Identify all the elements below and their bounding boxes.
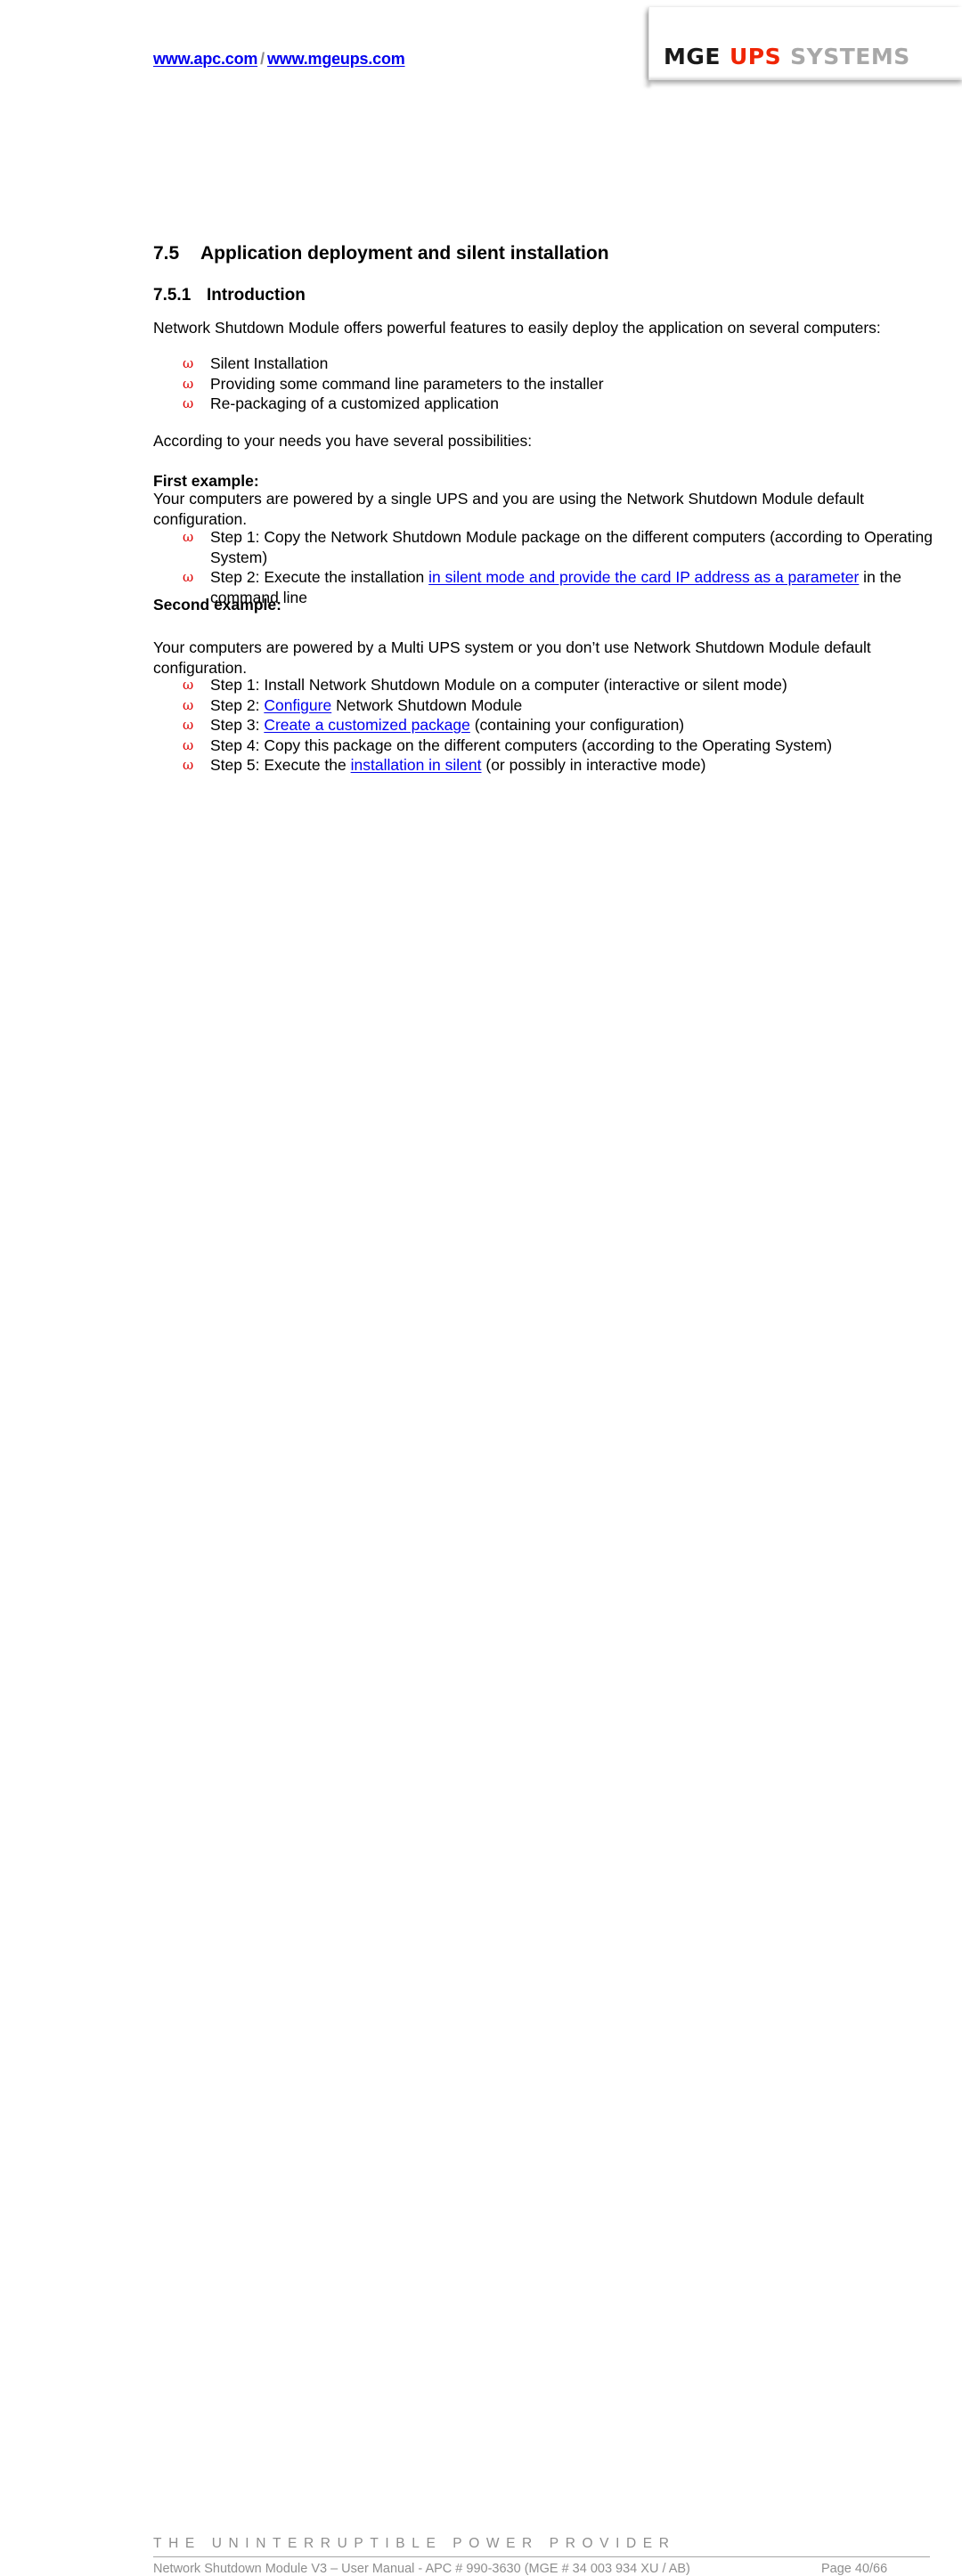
- subsection-title-text: Introduction: [207, 286, 306, 305]
- step-text-post: (containing your configuration): [469, 716, 685, 734]
- step-text-pre: Step 2:: [210, 695, 265, 714]
- omega-bullet-icon: ω: [183, 677, 194, 693]
- omega-bullet-icon: ω: [183, 696, 194, 713]
- section-title-text: Application deployment and silent instal…: [200, 243, 609, 264]
- list-item: ω Step 1: Copy the Network Shutdown Modu…: [153, 527, 937, 567]
- mge-ups-systems-logo: MGE UPS SYSTEMS: [648, 7, 962, 80]
- link-mgeups-website[interactable]: www.mgeups.com: [267, 50, 405, 68]
- list-item: ω Re-packaging of a customized applicati…: [153, 394, 777, 414]
- omega-bullet-icon: ω: [183, 395, 194, 411]
- page-footer: THE UNINTERRUPTIBLE POWER PROVIDER Netwo…: [0, 1263, 962, 2576]
- list-item: ω Step 4: Copy this package on the diffe…: [153, 735, 937, 756]
- link-silent-mode-card-ip[interactable]: in silent mode and provide the card IP a…: [428, 568, 859, 586]
- omega-bullet-icon: ω: [183, 569, 194, 585]
- link-apc-website[interactable]: www.apc.com: [153, 50, 257, 68]
- list-item-label: Re-packaging of a customized application: [210, 394, 499, 412]
- feature-list: ω Silent Installation ω Providing some c…: [153, 353, 777, 414]
- footer-tagline: THE UNINTERRUPTIBLE POWER PROVIDER: [153, 2536, 676, 2551]
- step-text-pre: Step 1: Copy the Network Shutdown Module…: [210, 528, 933, 566]
- header-urls: www.apc.com / www.mgeups.com: [153, 50, 405, 69]
- step-text-post: Network Shutdown Module: [331, 695, 523, 714]
- list-item: ω Step 3: Create a customized package (c…: [153, 715, 937, 735]
- omega-bullet-icon: ω: [183, 736, 194, 753]
- step-text-post: (or possibly in interactive mode): [481, 756, 706, 774]
- footer-divider: [153, 2556, 930, 2557]
- link-configure[interactable]: Configure: [264, 696, 331, 714]
- second-example-paragraph: Your computers are powered by a Multi UP…: [153, 638, 871, 677]
- omega-bullet-icon: ω: [183, 355, 194, 371]
- step-text-pre: Step 2: Execute the installation: [210, 568, 429, 586]
- section-number: 7.5: [153, 243, 180, 264]
- step-text-pre: Step 1: Install Network Shutdown Module …: [210, 676, 787, 694]
- list-item: ω Step 1: Install Network Shutdown Modul…: [153, 675, 937, 695]
- section-heading: 7.5 Application deployment and silent ins…: [153, 242, 609, 265]
- page-header: www.apc.com / www.mgeups.com MGE UPS SYSTEMS: [0, 0, 962, 93]
- document-page: www.apc.com / www.mgeups.com MGE UPS SYSTEMS…: [0, 0, 962, 2576]
- second-example-heading: Second example:: [153, 596, 281, 614]
- omega-bullet-icon: ω: [183, 529, 194, 545]
- subsection-heading: 7.5.1 Introduction: [153, 285, 306, 306]
- list-item: ω Step 5: Execute the installation in si…: [153, 755, 937, 776]
- list-item: ω Providing some command line parameters…: [153, 374, 777, 394]
- logo-text-mge: MGE: [664, 44, 721, 69]
- logo-shadow-bottom: [648, 78, 962, 86]
- logo-text-systems: SYSTEMS: [790, 44, 910, 69]
- possibilities-paragraph: According to your needs you have several…: [153, 432, 533, 450]
- url-separator: /: [260, 50, 265, 68]
- step-text-pre: Step 5: Execute the: [210, 756, 351, 774]
- omega-bullet-icon: ω: [183, 375, 194, 392]
- first-example-paragraph: Your computers are powered by a single U…: [153, 490, 865, 528]
- logo-wordmark: MGE UPS SYSTEMS: [664, 44, 910, 69]
- list-item: ω Silent Installation: [153, 353, 777, 374]
- second-example-step-list: ω Step 1: Install Network Shutdown Modul…: [153, 675, 937, 776]
- step-text-pre: Step 4: Copy this package on the differe…: [210, 735, 833, 754]
- subsection-number: 7.5.1: [153, 286, 192, 305]
- list-item: ω Step 2: Configure Network Shutdown Mod…: [153, 695, 937, 716]
- list-item-label: Silent Installation: [210, 354, 329, 372]
- intro-paragraph: Network Shutdown Module offers powerful …: [153, 319, 881, 337]
- logo-text-ups: UPS: [729, 44, 782, 69]
- omega-bullet-icon: ω: [183, 757, 194, 773]
- footer-page-number: Page 40/66: [821, 2562, 888, 2576]
- link-create-customized-package[interactable]: Create a customized package: [264, 716, 470, 734]
- footer-document-info: Network Shutdown Module V3 – User Manual…: [153, 2562, 690, 2576]
- omega-bullet-icon: ω: [183, 717, 194, 733]
- link-installation-in-silent[interactable]: installation in silent: [351, 756, 482, 774]
- step-text-pre: Step 3:: [210, 716, 265, 734]
- list-item-label: Providing some command line parameters t…: [210, 374, 604, 393]
